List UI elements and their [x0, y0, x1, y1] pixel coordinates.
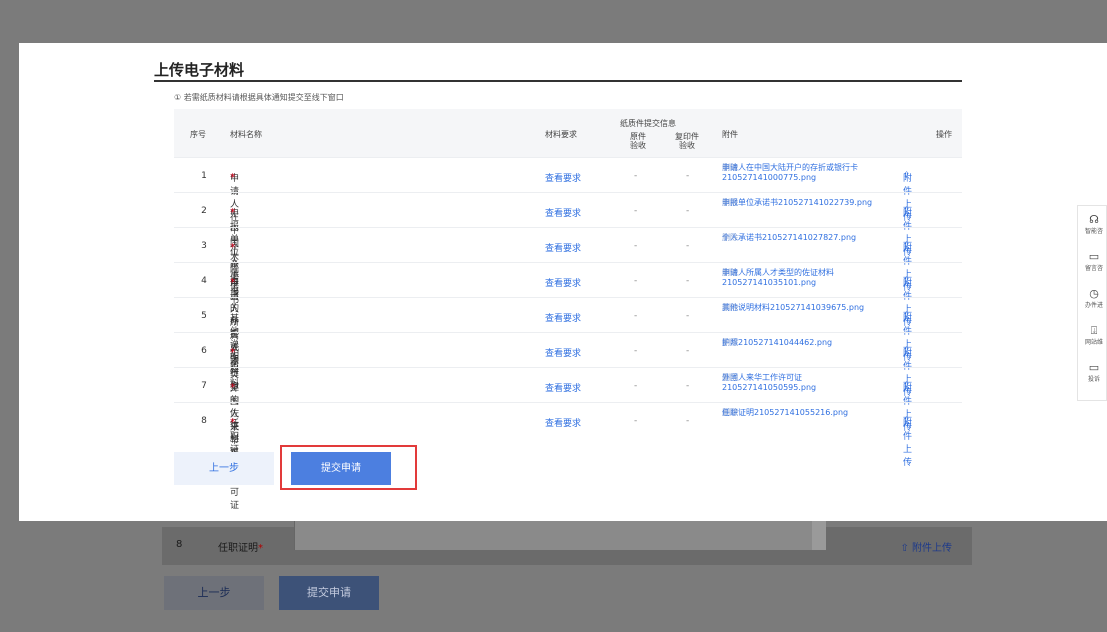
attachment-link[interactable]: 护照210527141044462.png — [722, 338, 832, 348]
required-mark: * — [230, 241, 236, 254]
bg-prev-button: 上一步 — [164, 576, 264, 610]
row-index: 6 — [201, 346, 207, 356]
required-mark: * — [230, 206, 236, 219]
copy-status: - — [686, 206, 690, 216]
float-item[interactable]: ▭ 留言咨 — [1080, 250, 1107, 273]
view-requirement-link[interactable]: 查看要求 — [545, 206, 581, 219]
copy-status: - — [686, 381, 690, 391]
col-copy: 复印件 验收 — [675, 132, 699, 150]
original-status: - — [634, 206, 638, 216]
view-requirement-link[interactable]: 查看要求 — [545, 311, 581, 324]
required-mark: * — [230, 416, 236, 429]
col-name: 材料名称 — [230, 130, 262, 139]
required-mark: * — [230, 346, 236, 359]
original-status: - — [634, 276, 638, 286]
delete-link[interactable]: 删除 — [722, 303, 738, 313]
delete-link[interactable]: 删除 — [722, 198, 738, 208]
clock-icon: ◷ — [1089, 287, 1099, 300]
table-row: 5 其他说明材料 查看要求 - - 其他说明材料210527141039675.png 删… — [174, 297, 962, 389]
table-row: 4申请人所属人才类型的佐证材料*查看要求--申请人所属人才类型的佐证材料2105… — [174, 262, 962, 458]
original-status: - — [634, 311, 638, 321]
attachment-link[interactable]: 外国人来华工作许可证210527141050595.png — [722, 373, 882, 393]
row-index: 1 — [201, 171, 207, 181]
delete-link[interactable]: 删除 — [722, 268, 738, 278]
col-index: 序号 — [190, 130, 206, 139]
view-requirement-link[interactable]: 查看要求 — [545, 416, 581, 429]
download-icon: ⍗ — [1090, 324, 1098, 337]
row-index: 2 — [201, 206, 207, 216]
original-status: - — [634, 416, 638, 426]
background-scrollbar — [812, 520, 826, 550]
float-item[interactable]: ⍗ 网站维 — [1080, 324, 1107, 347]
row-index: 7 — [201, 381, 207, 391]
materials-table: 序号 材料名称 材料要求 纸质件提交信息 原件 验收 复印件 验收 附件 操作 … — [174, 109, 962, 511]
attachment-link[interactable]: 个人承诺书210527141027827.png — [722, 233, 856, 243]
copy-status: - — [686, 416, 690, 426]
headset-icon: ☊ — [1089, 213, 1099, 226]
copy-status: - — [686, 346, 690, 356]
table-body: 1 申请人在中国大陆开户的存折或银行卡 * 查看要求 - - 申请人在中国大陆开户的存折或银… — [174, 157, 962, 511]
original-status: - — [634, 381, 638, 391]
submit-highlight-box — [280, 445, 417, 490]
float-item[interactable]: ☊ 智能咨 — [1080, 213, 1107, 236]
right-float-bar: ☊ 智能咨 ▭ 留言咨 ◷ 办件进 ⍗ 网站维 ▭ 投诉 — [1077, 205, 1107, 401]
original-status: - — [634, 171, 638, 181]
row-index: 8 — [201, 416, 207, 426]
table-row: 2 申报单位承诺书 * 查看要求 - - 申报单位承诺书210527141022739.pn… — [174, 192, 962, 297]
table-row: 6 护照 * 查看要求 - - 护照210527141044462.png 删除 ⇧ 附件上传 — [174, 332, 962, 398]
copy-status: - — [686, 311, 690, 321]
bg-upload-link: ⇧ 附件上传 — [900, 543, 952, 554]
modal-title: 上传电子材料 — [154, 61, 245, 79]
table-row: 8任职证明*查看要求--任职证明210527141055216.png 删除⇧ … — [174, 402, 962, 468]
bg-submit-button: 提交申请 — [279, 576, 379, 610]
bg-row-index: 8 — [176, 539, 183, 550]
delete-link[interactable]: 删除 — [722, 373, 738, 383]
view-requirement-link[interactable]: 查看要求 — [545, 276, 581, 289]
delete-link[interactable]: 删除 — [722, 233, 738, 243]
row-index: 5 — [201, 311, 207, 321]
title-divider — [154, 80, 962, 82]
prev-step-button[interactable]: 上一步 — [174, 452, 274, 485]
table-row: 3 个人承诺书 * 查看要求 - - 个人承诺书210527141027827.png 删除… — [174, 227, 962, 306]
message-icon: ▭ — [1088, 250, 1100, 263]
col-original: 原件 验收 — [630, 132, 646, 150]
col-attachment: 附件 — [722, 130, 738, 139]
view-requirement-link[interactable]: 查看要求 — [545, 381, 581, 394]
bg-row-name: 任职证明* — [218, 543, 263, 554]
required-mark: * — [230, 171, 236, 184]
col-operation: 操作 — [936, 130, 952, 139]
attachment-link[interactable]: 申请人在中国大陆开户的存折或银行卡210527141000775.png — [722, 163, 882, 183]
required-mark: * — [230, 381, 236, 394]
view-requirement-link[interactable]: 查看要求 — [545, 171, 581, 184]
table-header: 序号 材料名称 材料要求 纸质件提交信息 原件 验收 复印件 验收 附件 操作 — [174, 109, 962, 157]
row-index: 3 — [201, 241, 207, 251]
hint-text: ① 若需纸质材料请根据具体通知提交至线下窗口 — [174, 93, 344, 102]
copy-status: - — [686, 241, 690, 251]
attachment-link[interactable]: 其他说明材料210527141039675.png — [722, 303, 864, 313]
original-status: - — [634, 241, 638, 251]
required-mark: * — [230, 276, 236, 289]
copy-status: - — [686, 276, 690, 286]
float-item[interactable]: ◷ 办件进 — [1080, 287, 1107, 310]
view-requirement-link[interactable]: 查看要求 — [545, 241, 581, 254]
float-item[interactable]: ▭ 投诉 — [1080, 361, 1107, 384]
delete-link[interactable]: 删除 — [722, 408, 738, 418]
table-row: 1 申请人在中国大陆开户的存折或银行卡 * 查看要求 - - 申请人在中国大陆开户的存折或银… — [174, 157, 962, 392]
delete-link[interactable]: 删除 — [722, 338, 738, 348]
original-status: - — [634, 346, 638, 356]
row-index: 4 — [201, 276, 207, 286]
background-dropdown — [294, 520, 826, 550]
col-paper-group: 纸质件提交信息 — [620, 119, 676, 128]
table-row: 7外国人来华工作许可证*查看要求--外国人来华工作许可证210527141050… — [174, 367, 962, 511]
attachment-link[interactable]: 申报单位承诺书210527141022739.png — [722, 198, 872, 208]
complaint-icon: ▭ — [1088, 361, 1100, 374]
copy-status: - — [686, 171, 690, 181]
attachment-link[interactable]: 申请人所属人才类型的佐证材料210527141035101.png — [722, 268, 882, 288]
delete-link[interactable]: 删除 — [722, 163, 738, 173]
attachment-link[interactable]: 任职证明210527141055216.png — [722, 408, 848, 418]
view-requirement-link[interactable]: 查看要求 — [545, 346, 581, 359]
col-requirement: 材料要求 — [545, 130, 577, 139]
